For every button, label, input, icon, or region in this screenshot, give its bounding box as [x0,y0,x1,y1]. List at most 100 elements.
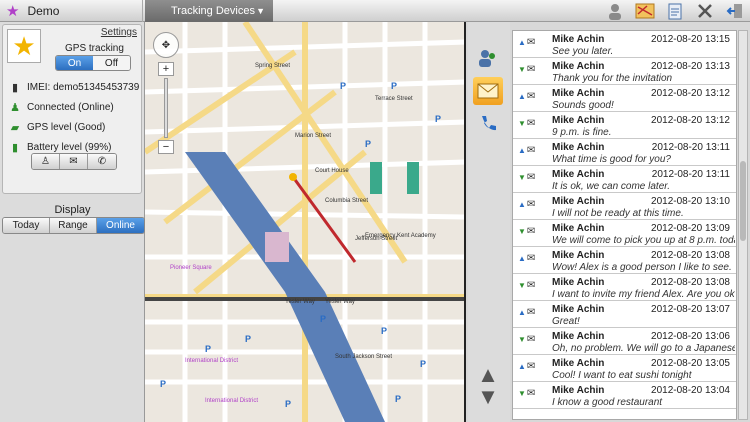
message-row[interactable]: ▼ ✉ Mike Achin 2012-08-20 13:12 9 p.m. is fi… [513,112,736,139]
device-card: ★ Settings GPS tracking On Off ▮ IMEI: d… [2,24,142,194]
gps-tracking-label: GPS tracking [65,43,124,54]
message-text: Thank you for the invitation [552,73,673,84]
settings-link[interactable]: Settings [101,27,137,38]
message-row[interactable]: ▼ ✉ Mike Achin 2012-08-20 13:08 I want to in… [513,274,736,301]
message-date: 2012-08-20 13:13 [651,61,730,72]
gps-toggle[interactable]: On Off [55,55,131,71]
display-range-button[interactable]: Range [50,218,97,233]
map-zoom-out-button[interactable]: − [158,140,174,154]
svg-text:P: P [340,81,346,91]
map-view[interactable]: P P P P P P P P P P P P Spring Street Marion Stre… [145,22,466,422]
contacts-icon[interactable] [473,44,503,72]
gps-off-button[interactable]: Off [93,56,130,70]
message-row[interactable]: ▲ ✉ Mike Achin 2012-08-20 13:12 Sounds good! [513,85,736,112]
svg-text:P: P [435,114,441,124]
tools-icon[interactable] [694,1,716,21]
map-zoom-in-button[interactable]: + [158,62,174,76]
envelope-status-icon: ▲ ✉ [518,361,536,372]
svg-text:P: P [365,139,371,149]
device-actions: ♙ ✉ ✆ [31,153,117,170]
message-row[interactable]: ▲ ✉ Mike Achin 2012-08-20 13:05 Cool! I want… [513,355,736,382]
message-date: 2012-08-20 13:11 [651,142,730,153]
message-row[interactable]: ▲ ✉ Mike Achin 2012-08-20 13:10 I will not b… [513,193,736,220]
scroll-down-arrow-icon[interactable]: ▼ [473,386,503,408]
envelope-status-icon: ▲ ✉ [518,145,536,156]
gps-level-text: GPS level (Good) [27,122,106,133]
message-date: 2012-08-20 13:12 [651,115,730,126]
message-sender: Mike Achin [552,34,605,45]
gps-on-button[interactable]: On [56,56,93,70]
svg-text:Emergency Kent Academy: Emergency Kent Academy [365,233,436,239]
svg-text:P: P [320,314,326,324]
side-toolbar: ▲ ▼ [468,22,510,422]
display-today-button[interactable]: Today [3,218,50,233]
display-segmented-control: Today Range Online [2,217,145,234]
user-icon[interactable] [604,1,626,21]
envelope-status-icon: ▲ ✉ [518,253,536,264]
map-zoom-slider[interactable] [164,78,168,138]
svg-text:P: P [160,379,166,389]
app-title[interactable]: ★ Demo [0,0,143,22]
message-list: ▲ ✉ Mike Achin 2012-08-20 13:15 See you late… [512,30,737,420]
display-online-button[interactable]: Online [97,218,144,233]
message-sender: Mike Achin [552,277,605,288]
map-canvas: P P P P P P P P P P P P Spring Street Marion Stre… [145,22,464,422]
message-sender: Mike Achin [552,331,605,342]
message-text: It is ok, we can come later. [552,181,671,192]
clipboard-icon[interactable] [664,1,686,21]
message-scrollbar[interactable] [738,30,748,420]
scroll-up-arrow-icon[interactable]: ▲ [473,364,503,386]
message-row[interactable]: ▼ ✉ Mike Achin 2012-08-20 13:11 It is ok, we… [513,166,736,193]
message-date: 2012-08-20 13:09 [651,223,730,234]
envelope-status-icon: ▲ ✉ [518,307,536,318]
message-date: 2012-08-20 13:06 [651,331,730,342]
lock-user-icon[interactable]: ♙ [32,154,60,169]
message-text: I will not be ready at this time. [552,208,684,219]
call-icon[interactable]: ✆ [88,154,116,169]
map-pan-control[interactable]: ✥ [153,32,179,58]
message-row[interactable]: ▲ ✉ Mike Achin 2012-08-20 13:08 Wow! Alex is… [513,247,736,274]
message-row[interactable]: ▲ ✉ Mike Achin 2012-08-20 13:11 What time is… [513,139,736,166]
svg-text:P: P [285,399,291,409]
message-text: Cool! I want to eat sushi tonight [552,370,692,381]
envelope-status-icon: ▲ ✉ [518,37,536,48]
message-row[interactable]: ▲ ✉ Mike Achin 2012-08-20 13:15 See you late… [513,31,736,58]
app-title-text: Demo [27,4,60,18]
envelope-status-icon: ▼ ✉ [518,280,536,291]
envelope-status-icon: ▼ ✉ [518,172,536,183]
message-sender: Mike Achin [552,88,605,99]
message-date: 2012-08-20 13:11 [651,169,730,180]
message-row[interactable]: ▼ ✉ Mike Achin 2012-08-20 13:13 Thank you fo… [513,58,736,85]
gps-signal-icon: ▰ [10,122,20,134]
svg-text:Court House: Court House [315,168,349,174]
tracking-devices-dropdown[interactable]: Tracking Devices ▼ [145,0,273,22]
map-icon[interactable] [634,1,656,21]
svg-text:Terrace Street: Terrace Street [375,96,413,102]
toolbar [604,1,746,21]
svg-text:Yesler Way: Yesler Way [285,299,315,305]
envelope-icon[interactable]: ✉ [60,154,88,169]
message-row[interactable]: ▼ ✉ Mike Achin 2012-08-20 13:09 We will come… [513,220,736,247]
message-text: Oh, no problem. We will go to a Japanese… [552,343,735,354]
phone-icon[interactable] [473,110,503,138]
imei-text: IMEI: demo51345453739 [27,82,140,93]
message-sender: Mike Achin [552,358,605,369]
messages-icon[interactable] [473,77,503,105]
message-date: 2012-08-20 13:08 [651,250,730,261]
message-date: 2012-08-20 13:12 [651,88,730,99]
envelope-status-icon: ▲ ✉ [518,91,536,102]
envelope-status-icon: ▼ ✉ [518,226,536,237]
svg-text:P: P [420,359,426,369]
scrollbar-thumb[interactable] [740,161,746,241]
message-row[interactable]: ▲ ✉ Mike Achin 2012-08-20 13:07 Great! [513,301,736,328]
message-sender: Mike Achin [552,115,605,126]
message-sender: Mike Achin [552,142,605,153]
exit-icon[interactable] [724,1,746,21]
message-row[interactable]: ▼ ✉ Mike Achin 2012-08-20 13:06 Oh, no probl… [513,328,736,355]
message-row[interactable]: ▼ ✉ Mike Achin 2012-08-20 13:04 I know a goo… [513,382,736,409]
device-star-icon: ★ [7,29,41,63]
message-text: Great! [552,316,580,327]
message-sender: Mike Achin [552,250,605,261]
message-sender: Mike Achin [552,169,605,180]
star-logo-icon: ★ [6,3,20,20]
